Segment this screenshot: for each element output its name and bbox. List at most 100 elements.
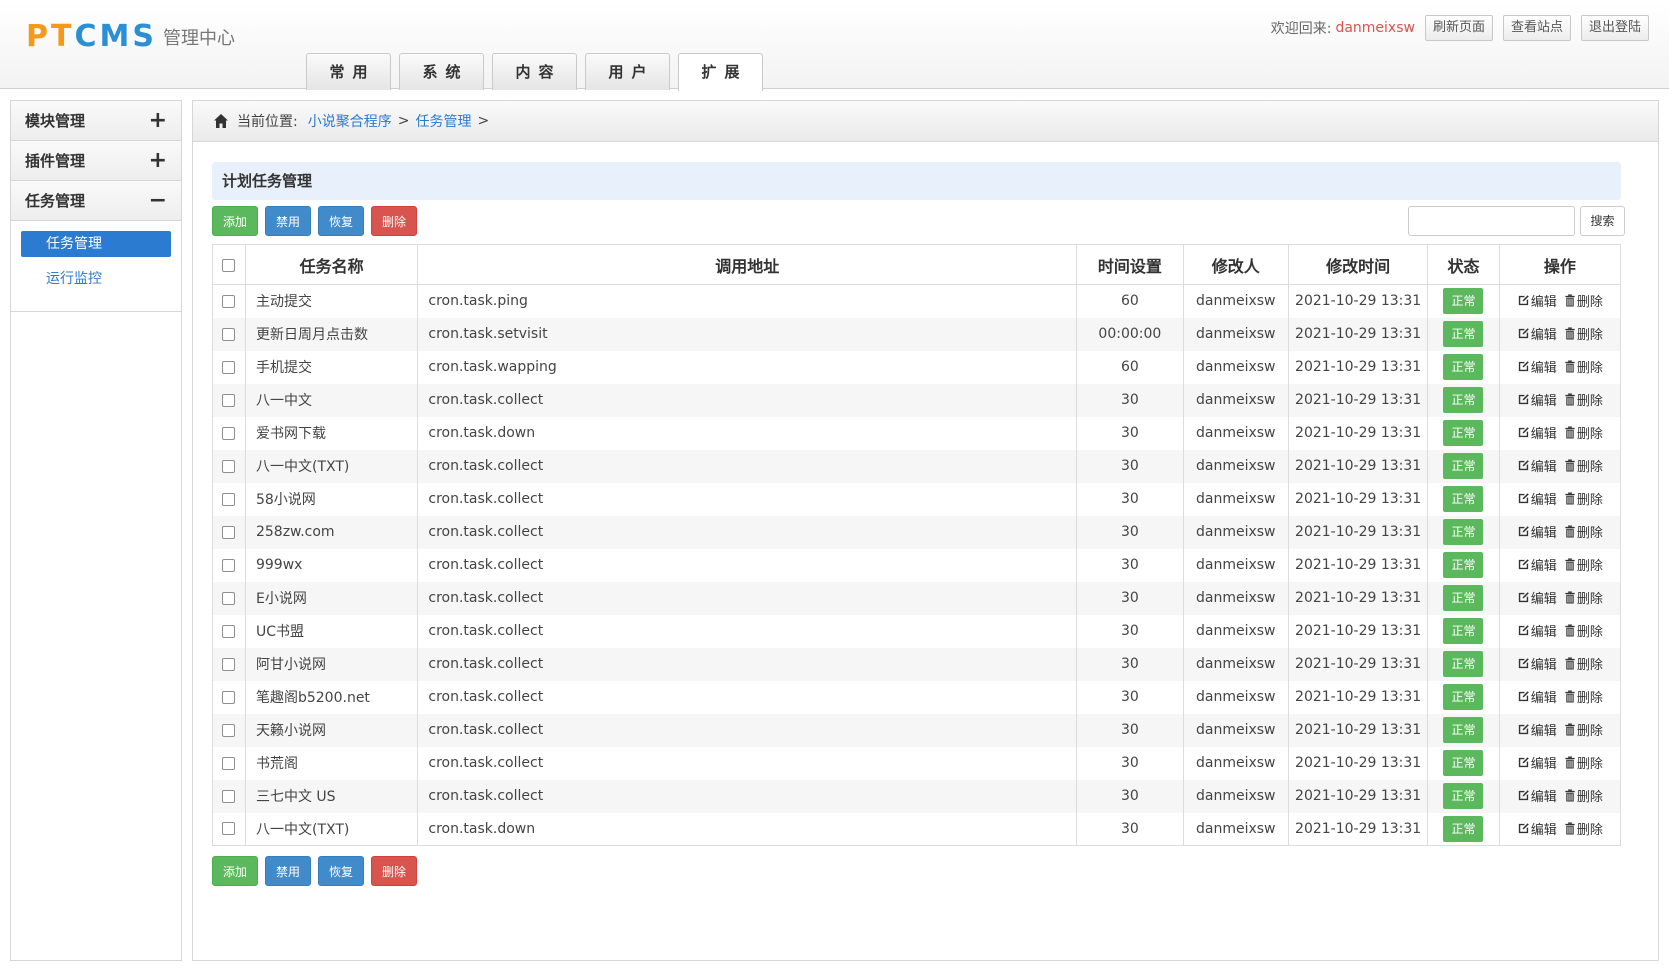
- disable-button[interactable]: 禁用: [265, 856, 311, 886]
- edit-link[interactable]: 编辑: [1517, 390, 1557, 409]
- row-checkbox[interactable]: [222, 723, 236, 737]
- expand-icon[interactable]: +: [149, 109, 167, 131]
- status-badge[interactable]: 正常: [1443, 552, 1484, 578]
- add-button[interactable]: 添加: [212, 206, 258, 236]
- delete-label: 删除: [1576, 427, 1603, 442]
- tab-users[interactable]: 用户: [585, 53, 670, 90]
- row-checkbox[interactable]: [222, 690, 236, 704]
- restore-button[interactable]: 恢复: [318, 206, 364, 236]
- edit-link[interactable]: 编辑: [1517, 687, 1557, 706]
- status-badge[interactable]: 正常: [1443, 420, 1484, 446]
- row-checkbox[interactable]: [222, 756, 236, 770]
- row-checkbox[interactable]: [222, 525, 236, 539]
- status-badge[interactable]: 正常: [1443, 354, 1484, 380]
- select-all-checkbox[interactable]: [222, 259, 236, 272]
- sidebar-item-run-monitor[interactable]: 运行监控: [21, 266, 171, 292]
- delete-link[interactable]: 删除: [1564, 621, 1603, 640]
- edit-link[interactable]: 编辑: [1517, 720, 1557, 739]
- collapse-icon[interactable]: −: [149, 189, 167, 211]
- row-checkbox[interactable]: [222, 294, 236, 308]
- delete-link[interactable]: 删除: [1564, 786, 1603, 805]
- row-checkbox[interactable]: [222, 657, 236, 671]
- edit-link[interactable]: 编辑: [1517, 588, 1557, 607]
- status-badge[interactable]: 正常: [1443, 618, 1484, 644]
- sidebar-group-plugins[interactable]: 插件管理 +: [11, 141, 181, 181]
- row-checkbox[interactable]: [222, 459, 236, 473]
- expand-icon[interactable]: +: [149, 149, 167, 171]
- edit-link[interactable]: 编辑: [1517, 456, 1557, 475]
- delete-link[interactable]: 删除: [1564, 522, 1603, 541]
- row-checkbox[interactable]: [222, 492, 236, 506]
- edit-link[interactable]: 编辑: [1517, 324, 1557, 343]
- delete-link[interactable]: 删除: [1564, 687, 1603, 706]
- edit-icon: [1518, 691, 1529, 702]
- status-badge[interactable]: 正常: [1443, 783, 1484, 809]
- row-checkbox[interactable]: [222, 591, 236, 605]
- edit-link[interactable]: 编辑: [1517, 819, 1557, 838]
- delete-link[interactable]: 删除: [1564, 819, 1603, 838]
- delete-link[interactable]: 删除: [1564, 720, 1603, 739]
- search-button[interactable]: 搜索: [1580, 206, 1625, 236]
- delete-link[interactable]: 删除: [1564, 654, 1603, 673]
- search-input[interactable]: [1408, 206, 1575, 236]
- logout-button[interactable]: 退出登陆: [1580, 15, 1649, 41]
- tab-common[interactable]: 常用: [306, 53, 391, 90]
- status-badge[interactable]: 正常: [1443, 387, 1484, 413]
- delete-button[interactable]: 删除: [371, 856, 417, 886]
- delete-link[interactable]: 删除: [1564, 489, 1603, 508]
- row-checkbox[interactable]: [222, 624, 236, 638]
- sidebar-item-task-management[interactable]: 任务管理: [21, 231, 171, 257]
- row-checkbox[interactable]: [222, 360, 236, 374]
- tab-system[interactable]: 系统: [399, 53, 484, 90]
- tab-extensions[interactable]: 扩展: [678, 53, 763, 91]
- edit-link[interactable]: 编辑: [1517, 654, 1557, 673]
- tab-content[interactable]: 内容: [492, 53, 577, 90]
- disable-button[interactable]: 禁用: [265, 206, 311, 236]
- status-badge[interactable]: 正常: [1443, 453, 1484, 479]
- edit-link[interactable]: 编辑: [1517, 621, 1557, 640]
- edit-link[interactable]: 编辑: [1517, 786, 1557, 805]
- edit-link[interactable]: 编辑: [1517, 753, 1557, 772]
- row-checkbox[interactable]: [222, 393, 236, 407]
- row-checkbox[interactable]: [222, 822, 236, 836]
- delete-button[interactable]: 删除: [371, 206, 417, 236]
- status-badge[interactable]: 正常: [1443, 585, 1484, 611]
- username[interactable]: danmeixsw: [1335, 20, 1415, 36]
- delete-link[interactable]: 删除: [1564, 324, 1603, 343]
- restore-button[interactable]: 恢复: [318, 856, 364, 886]
- refresh-page-button[interactable]: 刷新页面: [1424, 15, 1493, 41]
- delete-link[interactable]: 删除: [1564, 555, 1603, 574]
- add-button[interactable]: 添加: [212, 856, 258, 886]
- edit-link[interactable]: 编辑: [1517, 423, 1557, 442]
- status-badge[interactable]: 正常: [1443, 288, 1484, 315]
- status-badge[interactable]: 正常: [1443, 684, 1484, 710]
- view-site-button[interactable]: 查看站点: [1502, 15, 1571, 41]
- status-badge[interactable]: 正常: [1443, 651, 1484, 677]
- edit-link[interactable]: 编辑: [1517, 291, 1557, 310]
- edit-link[interactable]: 编辑: [1517, 357, 1557, 376]
- status-badge[interactable]: 正常: [1443, 750, 1484, 776]
- sidebar-group-modules[interactable]: 模块管理 +: [11, 101, 181, 141]
- status-badge[interactable]: 正常: [1443, 717, 1484, 743]
- breadcrumb-link-task-management[interactable]: 任务管理: [415, 111, 471, 131]
- edit-link[interactable]: 编辑: [1517, 555, 1557, 574]
- edit-link[interactable]: 编辑: [1517, 489, 1557, 508]
- delete-link[interactable]: 删除: [1564, 753, 1603, 772]
- row-checkbox[interactable]: [222, 426, 236, 440]
- delete-link[interactable]: 删除: [1564, 423, 1603, 442]
- delete-link[interactable]: 删除: [1564, 291, 1603, 310]
- row-checkbox[interactable]: [222, 327, 236, 341]
- delete-link[interactable]: 删除: [1564, 456, 1603, 475]
- status-badge[interactable]: 正常: [1443, 815, 1484, 842]
- row-checkbox[interactable]: [222, 789, 236, 803]
- edit-link[interactable]: 编辑: [1517, 522, 1557, 541]
- delete-link[interactable]: 删除: [1564, 390, 1603, 409]
- delete-link[interactable]: 删除: [1564, 357, 1603, 376]
- status-badge[interactable]: 正常: [1443, 519, 1484, 545]
- status-badge[interactable]: 正常: [1443, 486, 1484, 512]
- breadcrumb-link-novel-app[interactable]: 小说聚合程序: [308, 111, 392, 131]
- row-checkbox[interactable]: [222, 558, 236, 572]
- status-badge[interactable]: 正常: [1443, 321, 1484, 347]
- delete-link[interactable]: 删除: [1564, 588, 1603, 607]
- sidebar-group-tasks[interactable]: 任务管理 −: [11, 181, 181, 221]
